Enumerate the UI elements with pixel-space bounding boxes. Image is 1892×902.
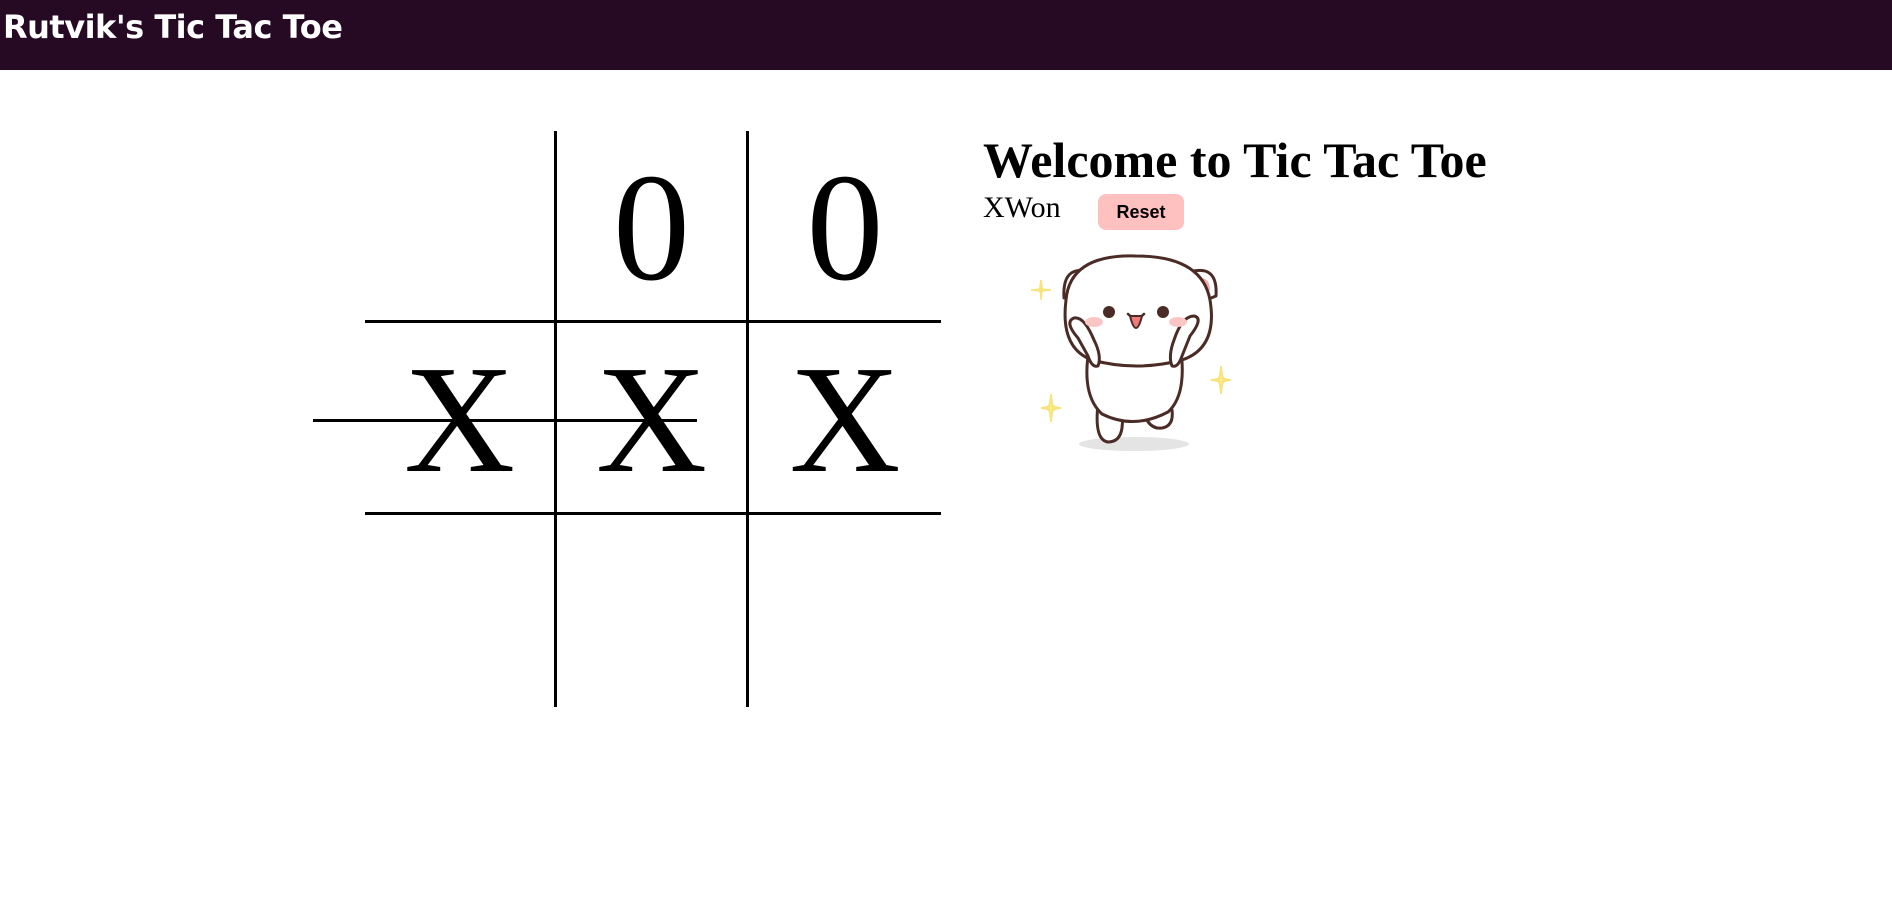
reset-button[interactable]: Reset bbox=[1098, 194, 1184, 230]
cell-mark: 0 bbox=[613, 142, 690, 313]
board-cell-9[interactable] bbox=[749, 515, 941, 707]
winning-strike-line bbox=[313, 419, 697, 422]
navbar: Rutvik's Tic Tac Toe bbox=[0, 0, 1892, 70]
happy-cat-icon bbox=[1022, 244, 1244, 466]
board-cell-6[interactable]: X bbox=[749, 323, 941, 515]
cell-mark: X bbox=[789, 334, 901, 505]
board-cell-2[interactable]: 0 bbox=[557, 131, 749, 323]
board-cell-8[interactable] bbox=[557, 515, 749, 707]
board-cell-1[interactable] bbox=[365, 131, 557, 323]
game-status: XWon bbox=[983, 191, 1061, 224]
board-cell-3[interactable]: 0 bbox=[749, 131, 941, 323]
cell-mark: 0 bbox=[806, 142, 884, 313]
page-heading: Welcome to Tic Tac Toe bbox=[983, 132, 1487, 188]
app-title: Rutvik's Tic Tac Toe bbox=[3, 8, 343, 46]
board-cell-7[interactable] bbox=[365, 515, 557, 707]
